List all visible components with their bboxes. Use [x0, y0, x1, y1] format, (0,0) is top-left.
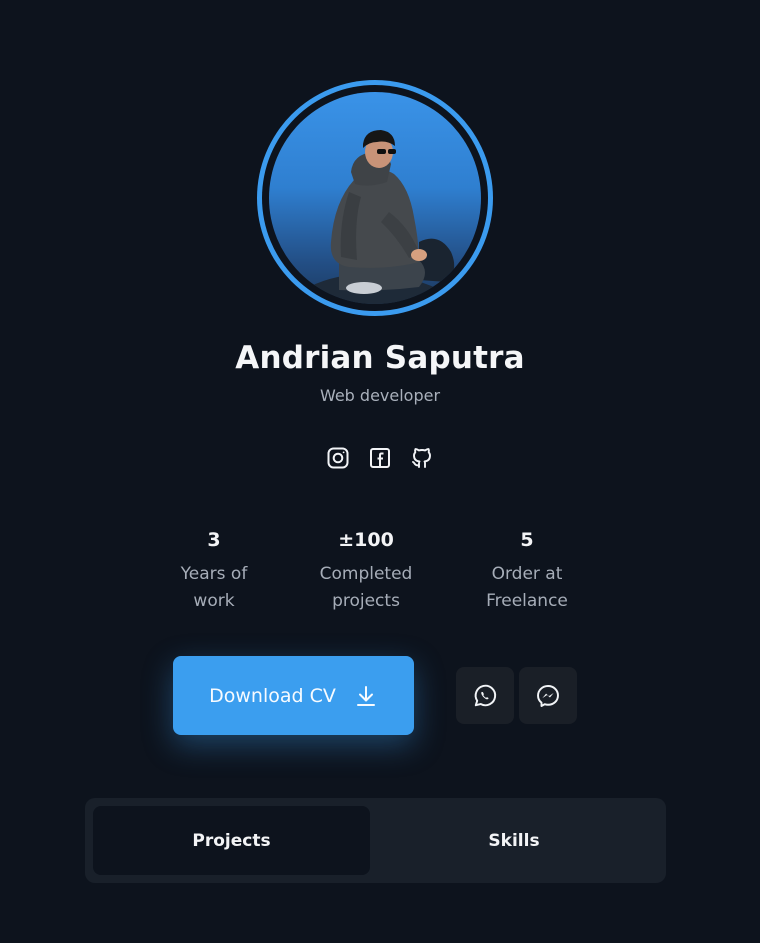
messenger-icon — [537, 684, 559, 707]
download-cv-button[interactable]: Download CV — [173, 656, 414, 735]
stat-years: 3 Years of work — [139, 527, 289, 615]
tabs: Projects Skills — [85, 798, 666, 883]
stat-value: 3 — [207, 529, 221, 551]
facebook-icon[interactable] — [368, 445, 393, 470]
stat-freelance: 5 Order at Freelance — [452, 527, 602, 615]
download-cv-label: Download CV — [209, 684, 336, 707]
stat-label: Completed projects — [319, 564, 413, 611]
instagram-icon[interactable] — [326, 445, 351, 470]
whatsapp-icon — [474, 684, 497, 706]
social-links — [0, 445, 760, 470]
profile-photo-illustration — [309, 130, 455, 304]
messenger-button[interactable] — [519, 667, 577, 724]
avatar-frame — [262, 85, 488, 311]
github-icon[interactable] — [410, 445, 435, 470]
profile-role: Web developer — [319, 386, 441, 405]
stat-value: 5 — [520, 529, 534, 551]
tab-skills[interactable]: Skills — [370, 806, 658, 875]
stat-label: Order at Freelance — [486, 564, 568, 611]
tab-projects[interactable]: Projects — [93, 806, 370, 875]
avatar-ring — [257, 80, 493, 316]
download-icon — [356, 685, 375, 706]
profile-name: Andrian Saputra — [235, 340, 525, 376]
stat-value: ±100 — [338, 529, 394, 551]
whatsapp-button[interactable] — [456, 667, 514, 724]
stat-projects: ±100 Completed projects — [291, 527, 441, 615]
avatar — [269, 92, 481, 304]
stat-label: Years of work — [180, 564, 248, 611]
